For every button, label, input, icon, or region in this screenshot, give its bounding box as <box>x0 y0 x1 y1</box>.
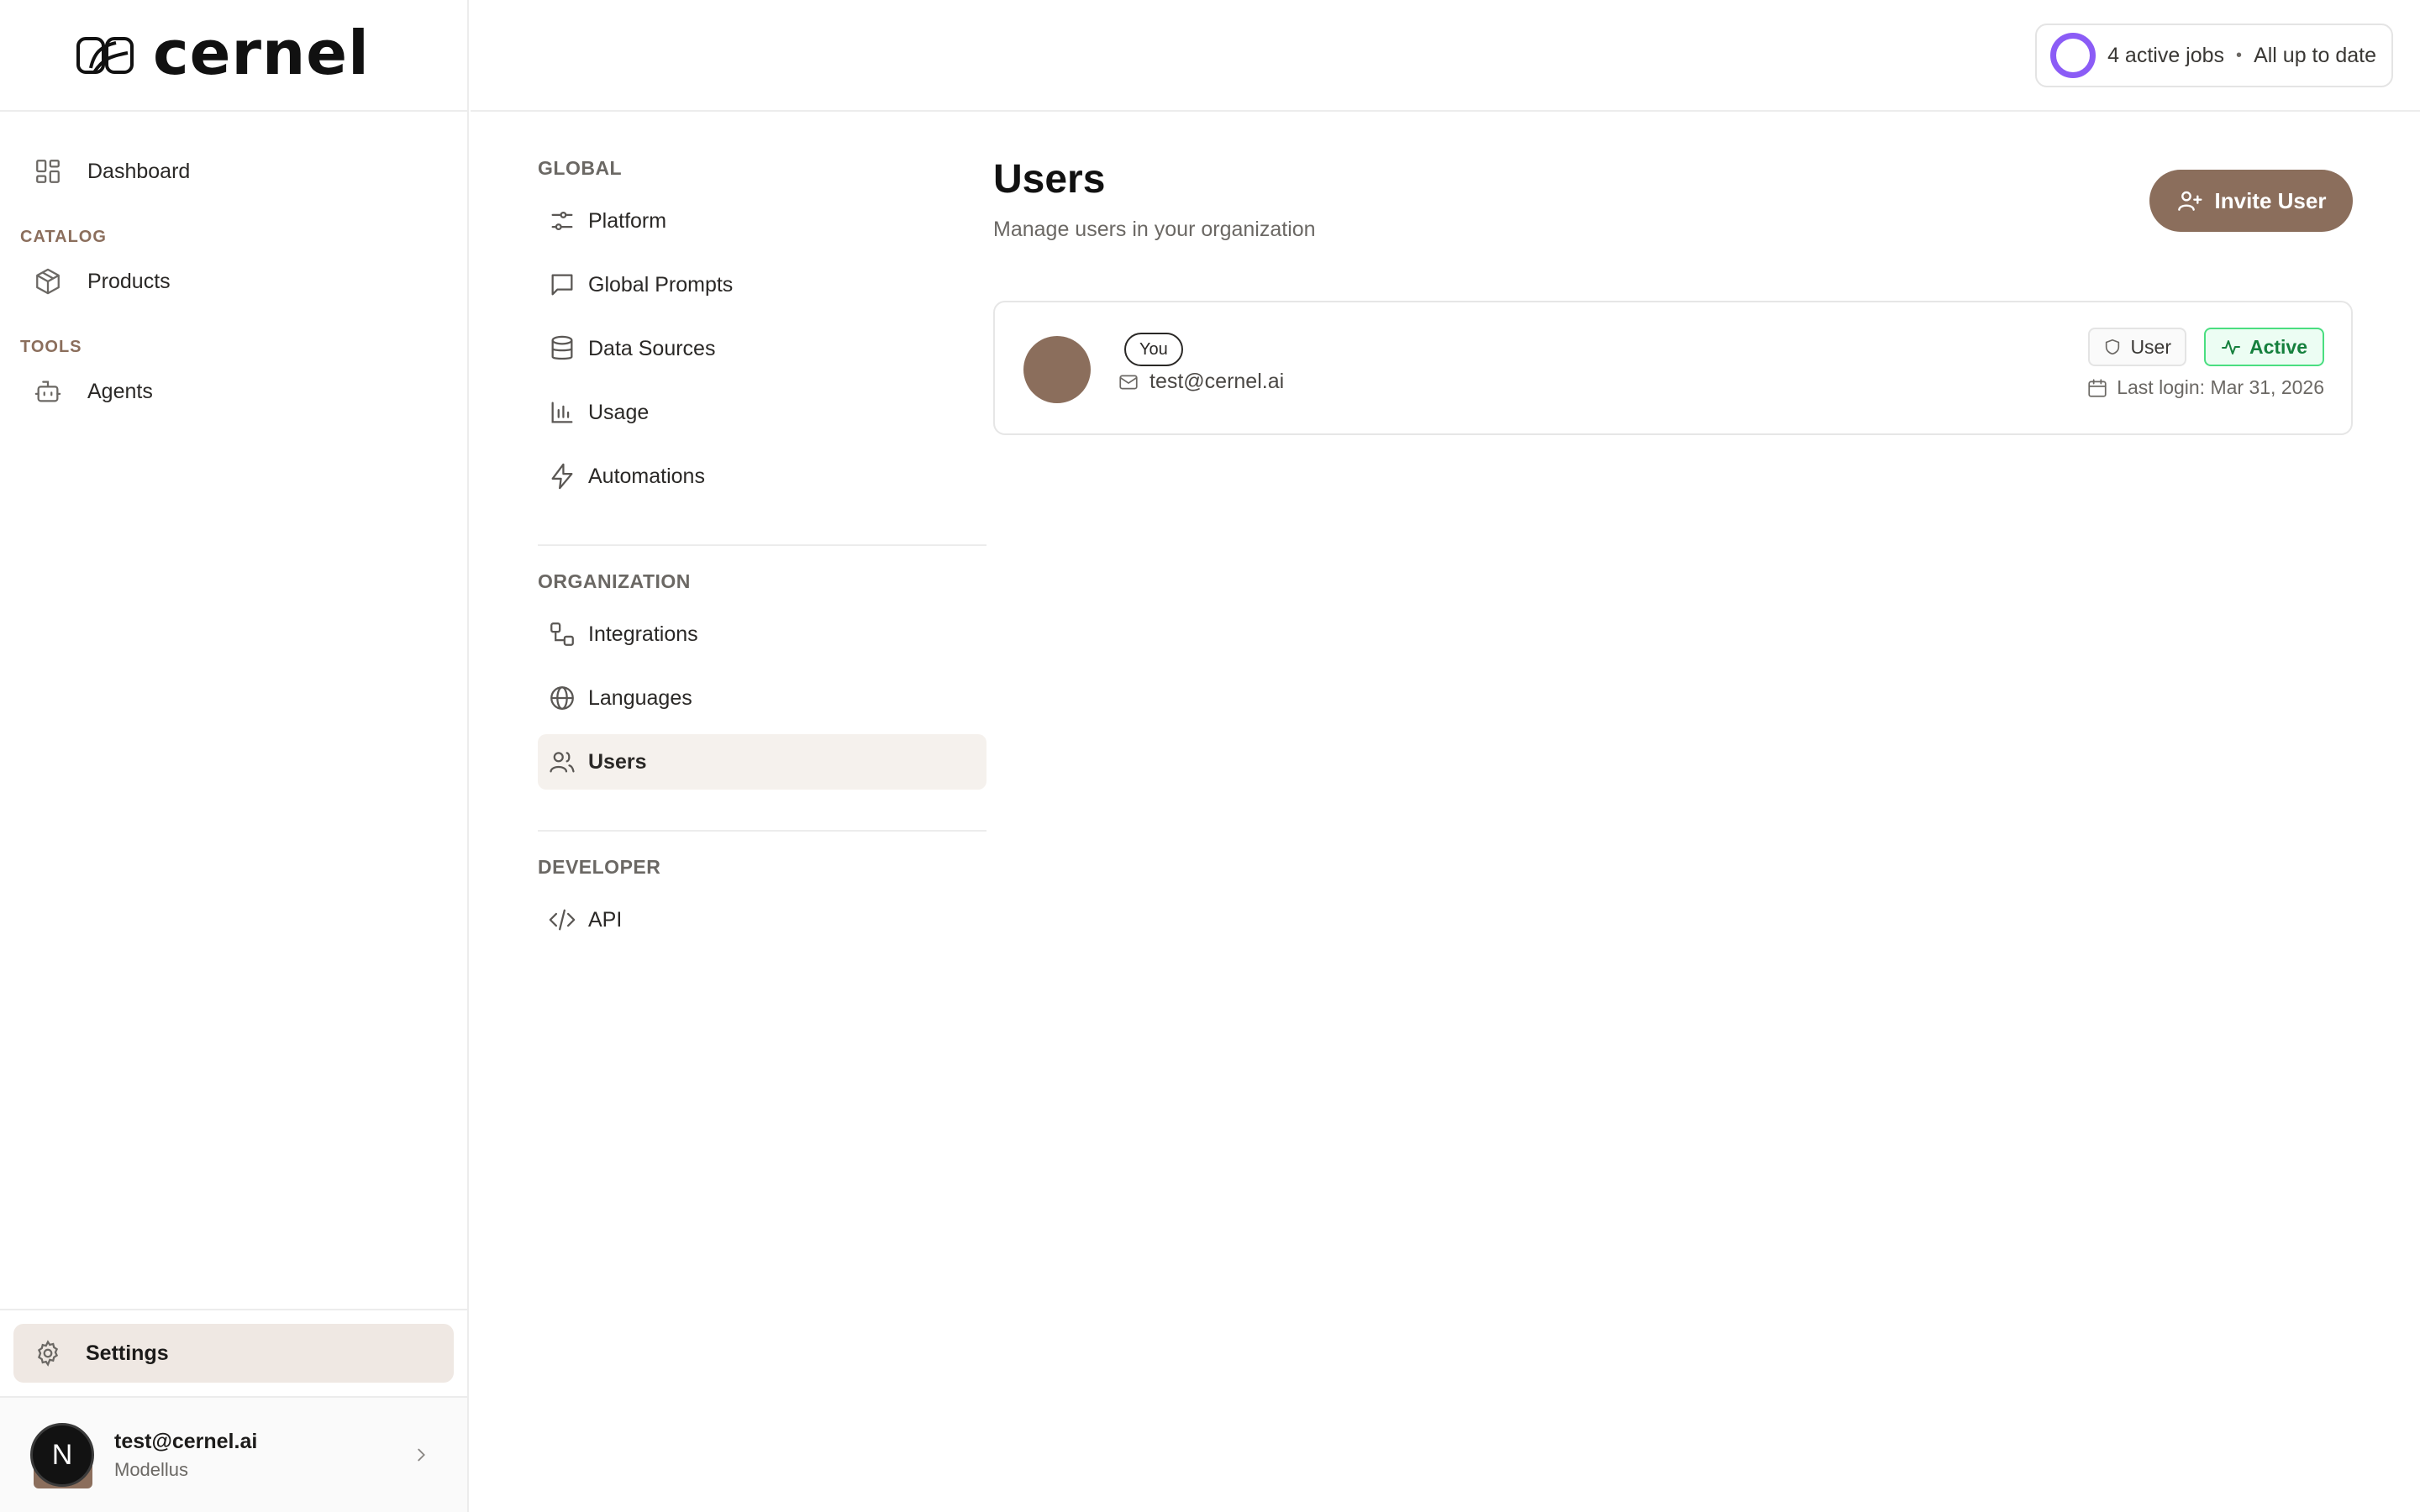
database-icon <box>551 335 573 360</box>
status-badge: Active <box>2203 328 2324 366</box>
nav-item-dashboard[interactable]: Dashboard <box>15 142 452 201</box>
users-icon <box>550 752 575 773</box>
zap-icon <box>551 463 573 490</box>
user-plus-icon <box>2177 191 2202 211</box>
mail-icon <box>1119 375 1138 389</box>
nav-item-label: Dashboard <box>87 159 191 183</box>
account-text: test@cernel.ai Modellus <box>114 1430 412 1481</box>
avatar: N <box>30 1423 94 1488</box>
nav-section-tools: TOOLS <box>20 338 82 356</box>
settings-item-label: Users <box>588 749 647 774</box>
page-title: Users <box>993 157 1106 202</box>
users-page: Users Manage users in your organization … <box>993 151 2353 435</box>
nav-item-label: Agents <box>87 379 153 403</box>
sliders-icon <box>551 211 573 231</box>
brand-name: cernel <box>153 17 370 88</box>
box-icon <box>36 268 60 295</box>
code-icon <box>549 909 576 931</box>
activity-icon <box>2221 340 2240 354</box>
integrations-icon <box>550 622 574 646</box>
message-square-icon <box>551 274 573 296</box>
jobs-status-button[interactable]: 4 active jobs • All up to date <box>2035 24 2393 87</box>
nav-item-settings[interactable]: Settings <box>13 1324 454 1383</box>
user-email-row: test@cernel.ai <box>1118 370 1284 394</box>
dashboard-icon <box>36 160 60 183</box>
cernel-logo-icon <box>76 36 134 74</box>
role-label: User <box>2130 335 2171 358</box>
settings-wrap: Settings <box>0 1309 467 1396</box>
app-root: cernel Dashboard CATALOG Products TOOLS <box>0 0 2420 1512</box>
page-subtitle: Manage users in your organization <box>993 217 1316 241</box>
calendar-icon <box>2088 378 2107 397</box>
bot-icon <box>34 381 61 402</box>
settings-item-automations[interactable]: Automations <box>538 449 986 504</box>
sidebar-footer: Settings N test@cernel.ai Modellus <box>0 1309 467 1512</box>
globe-icon <box>550 686 574 710</box>
settings-item-label: Automations <box>588 464 705 488</box>
user-card[interactable]: You test@cernel.ai User Active Last logi… <box>993 301 2353 435</box>
avatar-initial: N <box>30 1423 94 1487</box>
invite-user-label: Invite User <box>2214 187 2327 213</box>
shield-icon <box>2106 339 2120 355</box>
settings-item-languages[interactable]: Languages <box>538 670 986 726</box>
nav-section-catalog: CATALOG <box>20 228 107 246</box>
settings-section-global: GLOBAL <box>538 157 623 179</box>
sidebar: cernel Dashboard CATALOG Products TOOLS <box>0 0 469 1512</box>
settings-nav: GLOBAL Platform Global Prompts Data Sour… <box>538 151 986 948</box>
you-badge: You <box>1124 333 1183 366</box>
settings-item-label: Usage <box>588 400 650 424</box>
gear-icon <box>37 1340 59 1367</box>
main-nav: Dashboard CATALOG Products TOOLS Agents <box>0 112 467 421</box>
settings-item-label: Languages <box>588 685 692 710</box>
role-badge: User <box>2088 328 2186 366</box>
settings-section-developer: DEVELOPER <box>538 856 661 878</box>
avatar <box>1023 336 1091 403</box>
settings-item-label: Integrations <box>588 622 698 646</box>
logo-bar: cernel <box>0 0 467 112</box>
settings-item-label: Data Sources <box>588 336 716 360</box>
account-org: Modellus <box>114 1458 189 1480</box>
settings-label: Settings <box>86 1341 169 1365</box>
user-email: test@cernel.ai <box>1150 370 1285 393</box>
settings-section-organization: ORGANIZATION <box>538 570 691 592</box>
settings-item-label: API <box>588 907 623 932</box>
active-jobs-count: 4 active jobs <box>2107 43 2225 67</box>
chevron-right-icon <box>418 1448 425 1462</box>
sync-status: All up to date <box>2254 43 2376 67</box>
settings-item-usage[interactable]: Usage <box>538 385 986 440</box>
nav-item-agents[interactable]: Agents <box>15 362 452 421</box>
jobs-progress-ring-icon <box>2050 33 2096 78</box>
divider <box>538 830 986 832</box>
nav-item-label: Products <box>87 269 171 293</box>
nav-item-products[interactable]: Products <box>15 252 452 311</box>
settings-item-api[interactable]: API <box>538 892 986 948</box>
settings-item-global-prompts[interactable]: Global Prompts <box>538 257 986 312</box>
bar-chart-icon <box>551 402 573 423</box>
invite-user-button[interactable]: Invite User <box>2149 170 2353 232</box>
settings-item-label: Platform <box>588 208 667 233</box>
settings-item-platform[interactable]: Platform <box>538 193 986 249</box>
last-login-text: Last login: Mar 31, 2026 <box>2117 376 2324 398</box>
account-switcher[interactable]: N test@cernel.ai Modellus <box>0 1396 467 1512</box>
settings-item-integrations[interactable]: Integrations <box>538 606 986 662</box>
topbar: 4 active jobs • All up to date <box>471 0 2420 112</box>
account-email: test@cernel.ai <box>114 1429 258 1453</box>
settings-item-label: Global Prompts <box>588 272 734 297</box>
divider <box>538 544 986 546</box>
settings-item-data-sources[interactable]: Data Sources <box>538 321 986 376</box>
last-login-row: Last login: Mar 31, 2026 <box>2086 376 2324 399</box>
status-label: Active <box>2249 335 2307 358</box>
settings-item-users[interactable]: Users <box>538 734 986 790</box>
separator-dot: • <box>2236 45 2243 65</box>
